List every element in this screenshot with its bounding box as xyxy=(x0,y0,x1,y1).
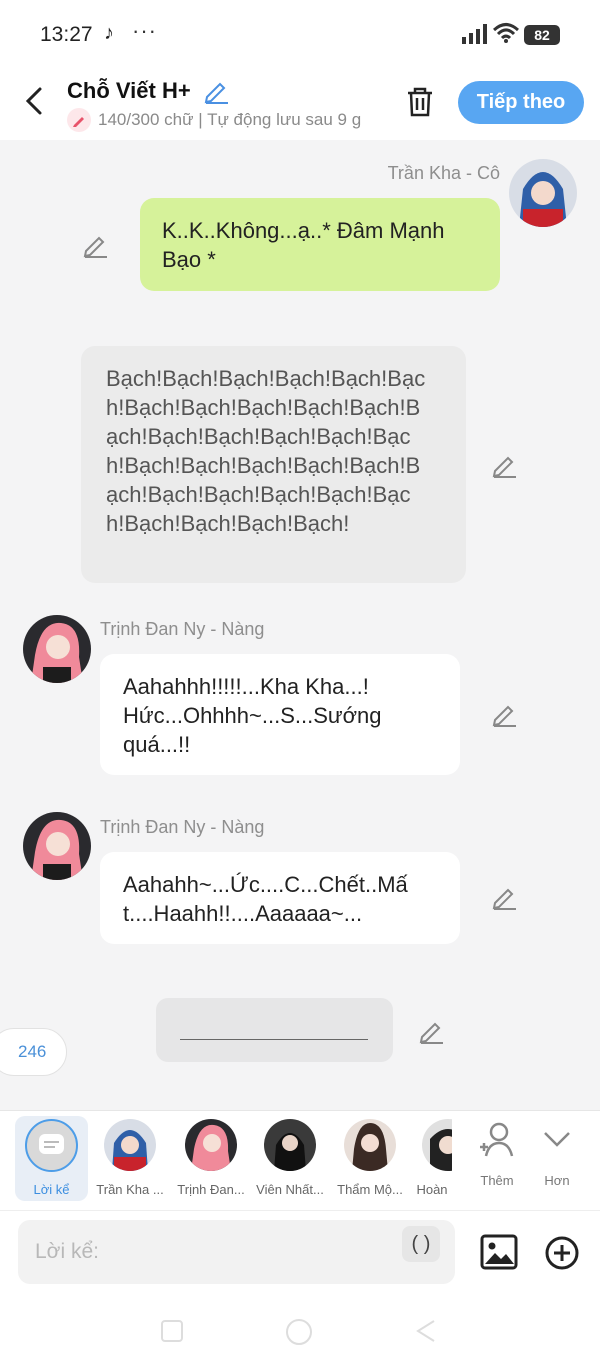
character-tran-kha[interactable]: Trần Kha ... xyxy=(93,1119,167,1205)
image-icon[interactable] xyxy=(480,1234,518,1270)
edit-message-icon[interactable] xyxy=(418,1018,444,1044)
character-label: Trần Kha ... xyxy=(96,1182,164,1197)
battery-indicator: 82 xyxy=(524,25,560,45)
back-nav-icon[interactable] xyxy=(414,1319,438,1343)
back-icon[interactable] xyxy=(22,86,46,116)
avatar[interactable] xyxy=(509,159,577,227)
avatar xyxy=(104,1119,156,1171)
add-icon[interactable] xyxy=(545,1236,579,1270)
character-selector: Lời kể Trần Kha ... Trịnh Đan... Viên Nh… xyxy=(0,1110,600,1210)
character-label: Thẩm Mộ... xyxy=(337,1182,403,1197)
character-trinh-dan-ny[interactable]: Trịnh Đan... xyxy=(174,1119,248,1205)
add-user-icon xyxy=(480,1122,514,1157)
add-character-button[interactable]: Thêm xyxy=(465,1119,529,1205)
character-label: Trịnh Đan... xyxy=(177,1182,245,1197)
more-characters-button[interactable]: Hơn xyxy=(525,1119,589,1205)
status-time: 13:27 xyxy=(40,23,93,46)
chevron-down-icon xyxy=(544,1132,570,1147)
edit-title-icon[interactable] xyxy=(203,78,229,104)
edit-message-icon[interactable] xyxy=(491,884,517,910)
more-characters-label: Hơn xyxy=(544,1173,570,1188)
avatar xyxy=(344,1119,396,1171)
parentheses-button[interactable]: ( ) xyxy=(402,1226,440,1262)
edit-message-icon[interactable] xyxy=(491,701,517,727)
trash-icon[interactable] xyxy=(405,86,435,118)
home-icon[interactable] xyxy=(284,1317,314,1347)
header: Chỗ Viết H+ 140/300 chữ | Tự động lưu sa… xyxy=(0,70,600,140)
wifi-icon xyxy=(493,23,519,43)
character-hoan[interactable]: Hoàn xyxy=(412,1119,452,1205)
character-label: Viên Nhất... xyxy=(256,1182,324,1197)
chat-area: Trần Kha - Cô K..K..Không...ạ..* Đâm Mạn… xyxy=(0,140,600,1110)
sender-name: Trịnh Đan Ny - Nàng xyxy=(100,817,265,837)
avatar xyxy=(264,1119,316,1171)
status-bar: 13:27 ♪ ··· 82 xyxy=(0,0,600,70)
edit-message-icon[interactable] xyxy=(82,232,108,258)
empty-message-bubble[interactable] xyxy=(156,998,393,1062)
blank-line xyxy=(180,1039,368,1040)
recents-icon[interactable] xyxy=(160,1319,184,1343)
next-button[interactable]: Tiếp theo xyxy=(458,81,584,124)
edit-message-icon[interactable] xyxy=(491,452,517,478)
autosave-status: 140/300 chữ | Tự động lưu sau 9 g xyxy=(98,110,362,129)
avatar xyxy=(422,1119,452,1171)
character-narrator[interactable]: Lời kể xyxy=(15,1116,88,1201)
character-label: Hoàn xyxy=(416,1182,448,1197)
sender-name: Trần Kha - Cô xyxy=(387,163,500,183)
message-bubble[interactable]: Aahahhh!!!!!...Kha Kha...! Hức...Ohhhh~.… xyxy=(100,654,460,775)
narrator-avatar xyxy=(25,1119,78,1172)
more-notifications-icon: ··· xyxy=(132,18,157,43)
character-tham-mo[interactable]: Thẩm Mộ... xyxy=(333,1119,407,1205)
narration-text: Bạch!Bạch!Bạch!Bạch!Bạch!Bạch!Bạch!Bạch!… xyxy=(106,366,426,536)
pen-icon xyxy=(67,108,91,132)
message-bubble[interactable]: Aahahh~...Ức....C...Chết..Mất....Haahh!!… xyxy=(100,852,460,944)
message-bubble[interactable]: K..K..Không...ạ..* Đâm Mạnh Bạo * xyxy=(140,198,500,291)
message-input[interactable]: Lời kể: xyxy=(18,1220,455,1284)
avatar[interactable] xyxy=(23,615,91,683)
add-character-label: Thêm xyxy=(480,1173,514,1188)
narration-bubble[interactable]: Bạch!Bạch!Bạch!Bạch!Bạch!Bạch!Bạch!Bạch!… xyxy=(81,346,466,583)
avatar[interactable] xyxy=(23,812,91,880)
character-label: Lời kể xyxy=(33,1182,70,1197)
avatar xyxy=(185,1119,237,1171)
signal-icon xyxy=(462,24,487,44)
word-count-badge[interactable]: 246 xyxy=(0,1028,67,1076)
tiktok-icon: ♪ xyxy=(104,22,114,44)
system-nav-bar xyxy=(0,1295,600,1367)
character-vien-nhat[interactable]: Viên Nhất... xyxy=(253,1119,327,1205)
page-title: Chỗ Viết H+ xyxy=(67,78,191,103)
sender-name: Trịnh Đan Ny - Nàng xyxy=(100,619,265,639)
composer: Lời kể: ( ) xyxy=(0,1210,600,1295)
